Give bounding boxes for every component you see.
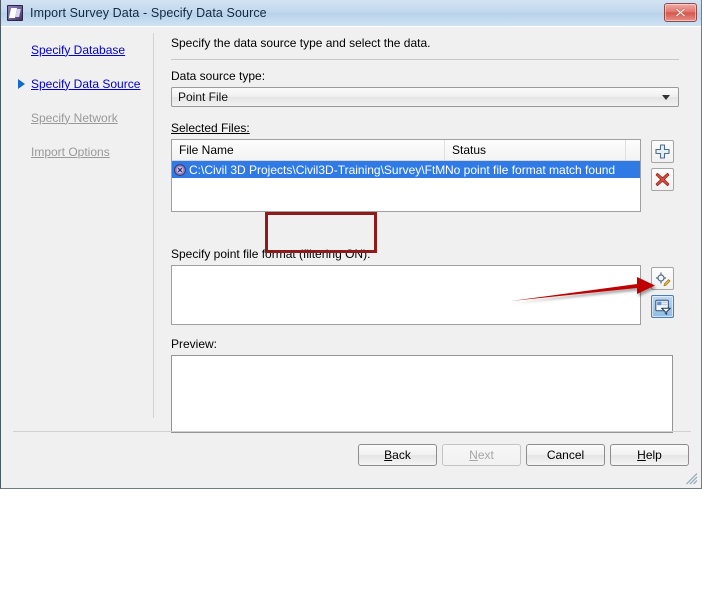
wizard-sidebar: Specify Database Specify Data Source Spe… <box>1 27 153 431</box>
selected-files-label-text: Selected Files: <box>171 121 250 135</box>
main-pane: Specify the data source type and select … <box>161 27 691 433</box>
column-header-pad <box>626 140 640 160</box>
window-title: Import Survey Data - Specify Data Source <box>30 6 267 20</box>
back-button-label: Back <box>384 448 411 462</box>
sidebar-item-label: Specify Network <box>31 110 118 125</box>
next-button-label: Next <box>469 448 494 462</box>
remove-file-button[interactable] <box>651 168 674 191</box>
preview-box[interactable] <box>171 355 673 433</box>
help-button[interactable]: Help <box>610 444 689 466</box>
format-filter-button[interactable] <box>651 295 674 318</box>
dialog-window: Import Survey Data - Specify Data Source… <box>0 0 702 489</box>
sidebar-item-label: Import Options <box>31 144 110 159</box>
current-step-arrow-icon <box>18 78 25 89</box>
dialog-footer: Back Next Cancel Help <box>1 431 701 488</box>
point-file-format-label: Specify point file format (filtering ON)… <box>171 247 370 261</box>
point-format-edit-icon <box>655 272 670 286</box>
selected-files-header: File Name Status <box>172 140 640 161</box>
data-source-type-value: Point File <box>178 90 229 104</box>
sidebar-item-label: Specify Data Source <box>31 76 141 91</box>
intro-divider <box>171 59 679 60</box>
selected-files-list[interactable]: File Name Status C:\Civil 3D Projects\Ci… <box>171 139 641 212</box>
red-x-icon <box>655 172 670 187</box>
help-button-label: Help <box>637 448 662 462</box>
sidebar-item-specify-network: Specify Network <box>1 107 153 128</box>
intro-text: Specify the data source type and select … <box>171 36 431 50</box>
cancel-button-label: Cancel <box>546 448 585 462</box>
plus-icon <box>655 144 670 159</box>
civil3d-app-icon <box>7 5 23 21</box>
file-status-cell: No point file format match found <box>445 162 616 177</box>
sidebar-item-specify-data-source[interactable]: Specify Data Source <box>1 73 153 94</box>
point-file-format-box[interactable] <box>171 265 641 325</box>
point-format-edit-button[interactable] <box>651 267 674 290</box>
title-bar: Import Survey Data - Specify Data Source <box>1 0 701 27</box>
next-button: Next <box>442 444 521 466</box>
file-name-cell: C:\Civil 3D Projects\Civil3D-Training\Su… <box>172 163 445 177</box>
back-button[interactable]: Back <box>358 444 437 466</box>
table-row[interactable]: C:\Civil 3D Projects\Civil3D-Training\Su… <box>172 161 640 178</box>
file-name-text: C:\Civil 3D Projects\Civil3D-Training\Su… <box>189 162 445 177</box>
data-source-type-dropdown[interactable]: Point File <box>171 87 679 107</box>
selected-files-label: Selected Files: <box>171 121 250 135</box>
cancel-button[interactable]: Cancel <box>526 444 605 466</box>
sidebar-item-import-options: Import Options <box>1 141 153 162</box>
sidebar-item-specify-database[interactable]: Specify Database <box>1 39 153 60</box>
data-source-type-label: Data source type: <box>171 69 266 83</box>
preview-label: Preview: <box>171 337 218 351</box>
dialog-body: Specify Database Specify Data Source Spe… <box>1 27 701 433</box>
column-header-file-name[interactable]: File Name <box>172 140 445 160</box>
resize-grip-icon[interactable] <box>686 473 698 485</box>
add-file-button[interactable] <box>651 140 674 163</box>
format-filter-icon <box>654 299 671 315</box>
footer-divider <box>13 431 691 432</box>
chevron-down-icon <box>662 95 670 100</box>
column-header-status[interactable]: Status <box>445 140 626 160</box>
close-x-icon <box>675 8 686 17</box>
error-circle-icon <box>174 163 186 176</box>
point-file-format-label-text: Specify point file format (filtering ON)… <box>171 247 371 261</box>
sidebar-item-label: Specify Database <box>31 42 126 57</box>
close-button[interactable] <box>664 3 697 22</box>
sidebar-divider <box>153 33 154 418</box>
